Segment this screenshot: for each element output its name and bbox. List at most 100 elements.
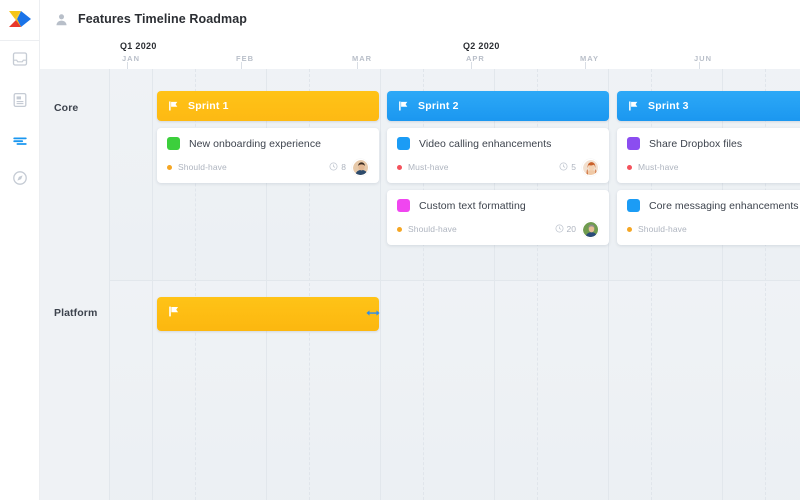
- month-label-feb: FEB: [236, 54, 254, 63]
- gridline-month-1: [152, 69, 153, 500]
- feature-card[interactable]: Custom text formatting Should-have 20: [387, 190, 609, 245]
- sprint-group-3: Sprint 3 Share Dropbox files Must-have C…: [617, 91, 800, 245]
- flag-icon: [168, 305, 181, 323]
- feature-meta: Must-have 5: [397, 158, 599, 176]
- page-title: Features Timeline Roadmap: [78, 12, 247, 26]
- flag-icon: [168, 100, 180, 112]
- feature-header: Video calling enhancements: [397, 137, 599, 150]
- feature-color-swatch: [167, 137, 180, 150]
- month-label-mar: MAR: [352, 54, 373, 63]
- feature-title: Share Dropbox files: [649, 137, 743, 150]
- month-tick-apr: [471, 62, 472, 69]
- gridline-month-3: [380, 69, 381, 500]
- rail-item-roadmap[interactable]: [9, 130, 31, 152]
- month-tick-may: [585, 62, 586, 69]
- estimate-value: 5: [571, 162, 576, 172]
- feature-color-swatch: [397, 199, 410, 212]
- feature-meta-right: 20: [555, 220, 599, 238]
- rail-divider: [0, 40, 40, 41]
- sprint-name-1: Sprint 1: [188, 100, 229, 112]
- feature-header: Core messaging enhancements: [627, 199, 800, 212]
- feature-header: New onboarding experience: [167, 137, 369, 150]
- feature-color-swatch: [627, 137, 640, 150]
- flag-icon: [398, 100, 410, 112]
- sprint-name-3: Sprint 3: [648, 100, 689, 112]
- month-label-apr: APR: [466, 54, 485, 63]
- avatar[interactable]: [352, 158, 369, 176]
- timeline-grid: Core Platform Sprint 1 New onboarding ex…: [40, 69, 800, 500]
- estimate-group: 5: [559, 158, 576, 176]
- feature-color-swatch: [627, 199, 640, 212]
- roadmap-lines-icon: [12, 133, 28, 149]
- rail-item-documents[interactable]: [9, 89, 31, 111]
- feature-meta: Should-have 20: [397, 220, 599, 238]
- month-tick-mar: [357, 62, 358, 69]
- quarter-label-q1: Q1 2020: [120, 41, 157, 51]
- feature-meta-right: 8: [329, 158, 369, 176]
- estimate-group: 20: [555, 220, 576, 238]
- month-label-jan: JAN: [122, 54, 141, 63]
- feature-title: Video calling enhancements: [419, 137, 552, 150]
- priority-label: Must-have: [408, 162, 449, 172]
- month-label-may: MAY: [580, 54, 599, 63]
- month-tick-feb: [241, 62, 242, 69]
- rail-item-explore[interactable]: [9, 167, 31, 189]
- estimate-value: 20: [566, 224, 576, 234]
- feature-title: New onboarding experience: [189, 137, 322, 150]
- feature-card[interactable]: Core messaging enhancements Should-have: [617, 190, 800, 245]
- sprint-bar-3[interactable]: Sprint 3: [617, 91, 800, 121]
- sprint-name-2: Sprint 2: [418, 100, 459, 112]
- quarter-label-q2: Q2 2020: [463, 41, 500, 51]
- priority-dot: [627, 226, 632, 232]
- clock-icon: [329, 158, 338, 176]
- app-logo[interactable]: [8, 9, 32, 31]
- feature-color-swatch: [397, 137, 410, 150]
- feature-meta: Should-have: [627, 221, 800, 237]
- row-label-column: Core Platform: [40, 69, 110, 500]
- row-divider: [40, 280, 800, 281]
- priority-label: Should-have: [408, 224, 457, 234]
- priority-dot: [397, 226, 402, 232]
- feature-title: Custom text formatting: [419, 199, 526, 212]
- priority-label: Should-have: [178, 162, 227, 172]
- priority-label: Should-have: [638, 224, 687, 234]
- document-icon: [12, 92, 28, 108]
- inbox-icon: [12, 51, 28, 67]
- feature-meta: Should-have 8: [167, 158, 369, 176]
- feature-card[interactable]: New onboarding experience Should-have 8: [157, 128, 379, 183]
- feature-card[interactable]: Share Dropbox files Must-have: [617, 128, 800, 183]
- avatar[interactable]: [582, 158, 599, 176]
- feature-card[interactable]: Video calling enhancements Must-have 5: [387, 128, 609, 183]
- feature-meta: Must-have: [627, 159, 800, 175]
- estimate-value: 8: [341, 162, 346, 172]
- feature-header: Share Dropbox files: [627, 137, 800, 150]
- row-label-core: Core: [54, 102, 79, 114]
- avatar[interactable]: [582, 220, 599, 238]
- sprint-group-2: Sprint 2 Video calling enhancements Must…: [387, 91, 609, 245]
- sprint-group-1: Sprint 1 New onboarding experience Shoul…: [157, 91, 379, 183]
- timeline-header: Q1 2020 Q2 2020 JAN FEB MAR APR MAY JUN: [40, 38, 800, 69]
- person-icon: [55, 13, 68, 26]
- priority-dot: [627, 164, 632, 170]
- month-tick-jun: [699, 62, 700, 69]
- roadmap-app: Features Timeline Roadmap Q1 2020 Q2 202…: [0, 0, 800, 500]
- resize-horizontal-icon: [366, 305, 380, 323]
- sprint-bar-1[interactable]: Sprint 1: [157, 91, 379, 121]
- estimate-group: 8: [329, 158, 346, 176]
- rail-item-inbox[interactable]: [9, 48, 31, 70]
- compass-icon: [12, 170, 28, 186]
- sprint-bar-2[interactable]: Sprint 2: [387, 91, 609, 121]
- feature-header: Custom text formatting: [397, 199, 599, 212]
- priority-dot: [167, 164, 172, 170]
- month-label-jun: JUN: [694, 54, 713, 63]
- left-icon-rail: [0, 0, 40, 500]
- platform-timeline-bar[interactable]: [157, 297, 379, 331]
- priority-label: Must-have: [638, 162, 679, 172]
- page-header: Features Timeline Roadmap: [40, 0, 800, 38]
- priority-dot: [397, 164, 402, 170]
- resize-horizontal-handle[interactable]: [366, 307, 380, 321]
- feature-meta-right: 5: [559, 158, 599, 176]
- flag-icon: [628, 100, 640, 112]
- clock-icon: [559, 158, 568, 176]
- month-tick-jan: [127, 62, 128, 69]
